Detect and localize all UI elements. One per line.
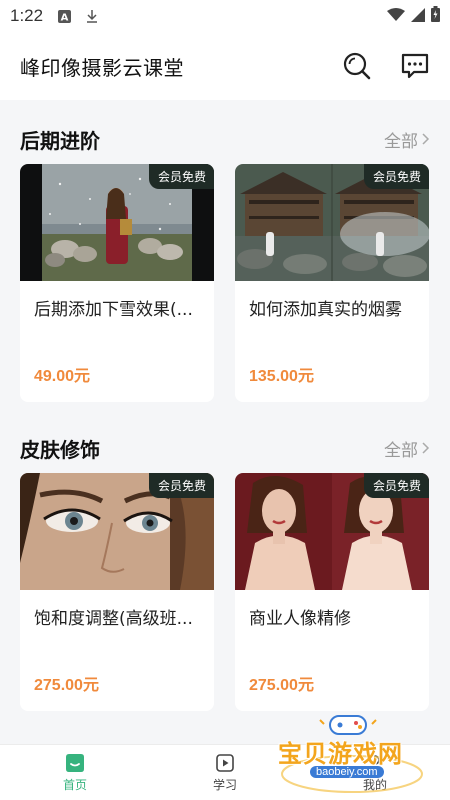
bottom-tab-bar: 首页 学习 我的 bbox=[0, 744, 450, 800]
course-card[interactable]: 会员免费 后期添加下雪效果(... 49.00元 bbox=[20, 164, 214, 402]
view-all-link[interactable]: 全部 bbox=[384, 436, 430, 461]
course-price: 135.00元 bbox=[249, 368, 314, 385]
svg-text:A: A bbox=[60, 12, 68, 23]
wooden-house-fog-photo: 会员免费 bbox=[235, 164, 429, 281]
course-title: 饱和度调整(高级班... bbox=[34, 609, 193, 629]
tab-home[interactable]: 首页 bbox=[0, 745, 150, 800]
section-post-processing: 后期进阶 全部 会员免费 后期添加下雪效果(... 49.00元 会员免费 如何… bbox=[0, 114, 450, 402]
eye-closeup-photo: 会员免费 bbox=[20, 473, 214, 590]
tab-study[interactable]: 学习 bbox=[150, 745, 300, 800]
signal-icon bbox=[411, 7, 425, 26]
chevron-right-icon bbox=[422, 133, 430, 145]
course-card[interactable]: 会员免费 如何添加真实的烟雾 135.00元 bbox=[235, 164, 429, 402]
course-title: 如何添加真实的烟雾 bbox=[249, 300, 402, 320]
a-badge-icon: A bbox=[57, 9, 71, 23]
view-all-label: 全部 bbox=[384, 440, 418, 461]
app-title: 峰印像摄影云课堂 bbox=[20, 55, 184, 80]
course-card[interactable]: 会员免费 商业人像精修 275.00元 bbox=[235, 473, 429, 711]
wifi-icon bbox=[387, 7, 405, 26]
snow-shepherd-photo: 会员免费 bbox=[20, 164, 214, 281]
tab-label: 学习 bbox=[212, 777, 237, 792]
tab-profile[interactable]: 我的 bbox=[300, 745, 450, 800]
member-free-badge: 会员免费 bbox=[148, 164, 214, 189]
portrait-retouch-photo: 会员免费 bbox=[235, 473, 429, 590]
course-price: 49.00元 bbox=[34, 368, 91, 385]
course-title: 商业人像精修 bbox=[249, 609, 351, 629]
view-all-link[interactable]: 全部 bbox=[384, 127, 430, 152]
section-title: 后期进阶 bbox=[20, 128, 100, 153]
tab-label: 我的 bbox=[362, 777, 387, 792]
chevron-right-icon bbox=[422, 442, 430, 454]
play-icon bbox=[216, 753, 234, 772]
member-free-badge: 会员免费 bbox=[363, 473, 429, 498]
course-title: 后期添加下雪效果(... bbox=[34, 300, 193, 320]
view-all-label: 全部 bbox=[384, 131, 418, 152]
home-icon bbox=[66, 753, 84, 772]
course-price: 275.00元 bbox=[249, 677, 314, 694]
download-icon bbox=[85, 9, 99, 23]
section-skin-retouching: 皮肤修饰 全部 会员免费 饱和度调整(高级班... 275.00元 会员免费 商… bbox=[0, 423, 450, 711]
member-free-badge: 会员免费 bbox=[148, 473, 214, 498]
message-icon[interactable] bbox=[400, 51, 430, 81]
tab-label: 首页 bbox=[62, 777, 87, 792]
status-time: 1:22 bbox=[10, 6, 44, 25]
search-icon[interactable] bbox=[342, 51, 372, 81]
app-header: 峰印像摄影云课堂 bbox=[0, 32, 450, 100]
status-bar: 1:22 A bbox=[0, 0, 450, 32]
section-title: 皮肤修饰 bbox=[20, 437, 100, 462]
course-price: 275.00元 bbox=[34, 677, 99, 694]
battery-icon bbox=[431, 6, 440, 26]
user-icon bbox=[367, 754, 383, 772]
course-card[interactable]: 会员免费 饱和度调整(高级班... 275.00元 bbox=[20, 473, 214, 711]
member-free-badge: 会员免费 bbox=[363, 164, 429, 189]
